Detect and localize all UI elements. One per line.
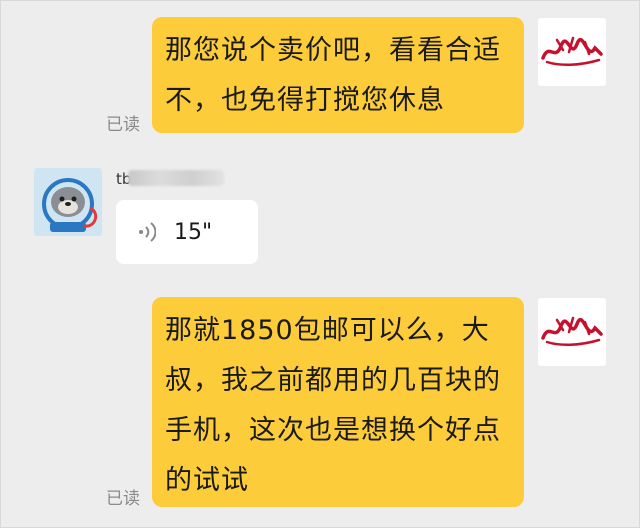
outgoing-message-bubble[interactable]: 那就1850包邮可以么，大 叔，我之前都用的几百块的 手机，这次也是想换个好点 … (152, 297, 524, 507)
contact-avatar[interactable] (34, 168, 102, 236)
redacted-name (128, 170, 224, 186)
sender-avatar[interactable] (538, 298, 606, 366)
sender-avatar[interactable] (538, 18, 606, 86)
voice-waves-icon (139, 222, 156, 242)
read-status: 已读 (106, 115, 140, 135)
voice-duration: 15" (174, 219, 213, 245)
outgoing-message-bubble[interactable]: 那您说个卖价吧，看看合适 不，也免得打搅您休息 (152, 17, 524, 133)
red-signature-logo-icon (541, 36, 603, 66)
red-signature-logo-icon (541, 316, 603, 346)
read-status: 已读 (106, 489, 140, 509)
otter-astronaut-icon (34, 168, 102, 236)
voice-message-bubble[interactable]: 15" (116, 200, 258, 264)
